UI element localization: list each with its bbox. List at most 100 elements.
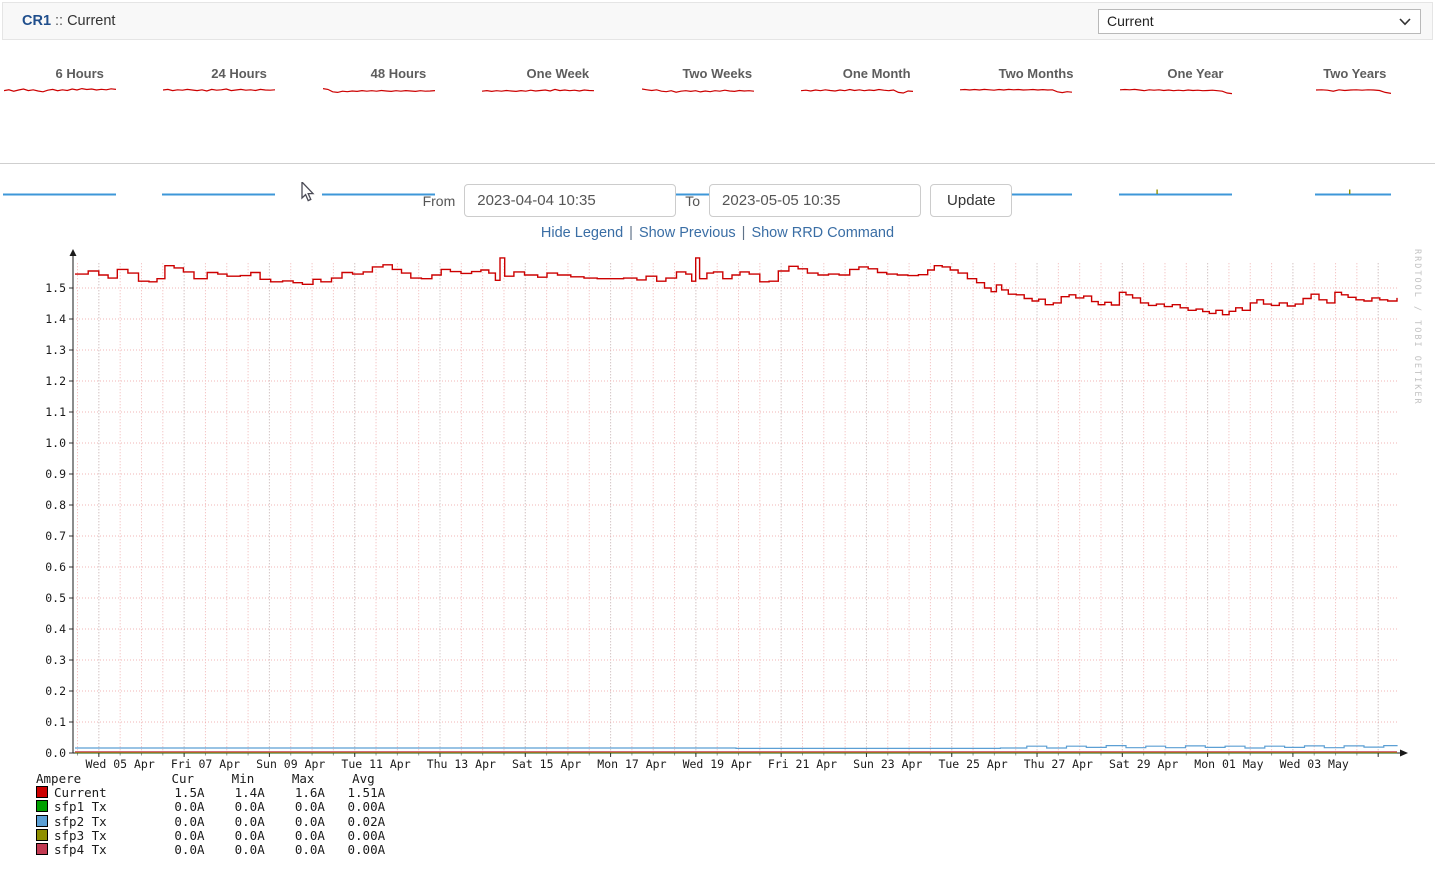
y-tick-label: 0.2 (45, 684, 66, 698)
legend-row-sfp3-tx: sfp3 Tx 0.0A 0.0A 0.0A 0.00A (36, 827, 386, 843)
legend-color-swatch (36, 828, 48, 841)
main-graph: 0.0 0.1 0.2 0.3 0.4 0.5 0.6 0.7 0.8 0.9 1.0 1.1 1.2 1… (45, 249, 1408, 771)
top-bar: CR1:: Current Current (2, 2, 1433, 40)
legend-row-current: Current 1.5A 1.4A 1.6A 1.51A (36, 786, 385, 800)
link-separator: | (741, 225, 746, 241)
show-rrd-command-link[interactable]: Show RRD Command (751, 225, 894, 241)
daterange-controls: From To Update (0, 184, 1435, 217)
chevron-down-icon (1399, 18, 1411, 26)
graph-links: Hide Legend | Show Previous | Show RRD Comma… (0, 225, 1435, 241)
y-tick-label: 0.1 (45, 715, 66, 729)
legend-row-sfp1-tx: sfp1 Tx 0.0A 0.0A 0.0A 0.00A (36, 800, 385, 814)
hide-legend-link[interactable]: Hide Legend (541, 225, 623, 241)
thumb-label: Two Years (1323, 66, 1387, 81)
thumb-one-year[interactable]: One Year (1116, 58, 1275, 196)
thumb-one-month[interactable]: One Month (797, 58, 956, 196)
y-tick-label: 0.6 (45, 560, 66, 574)
x-tick-label: Mon 17 Apr (597, 757, 666, 771)
thumb-sparkline-red (482, 88, 595, 93)
x-tick-label: Thu 27 Apr (1024, 757, 1093, 771)
legend-color-swatch (36, 814, 48, 827)
y-tick-label: 1.5 (45, 281, 66, 295)
thumb-two-months[interactable]: Two Months (956, 58, 1115, 196)
from-label: From (422, 192, 456, 209)
thumb-label: Two Weeks (682, 66, 753, 81)
y-tick-label: 0.9 (45, 467, 66, 481)
title-separator: :: (55, 13, 64, 29)
graph-type-select[interactable]: Current (1098, 9, 1421, 34)
x-tick-label: Tue 11 Apr (341, 757, 410, 771)
page-title: CR1:: Current (22, 3, 115, 39)
x-tick-label: Sun 09 Apr (256, 757, 325, 771)
x-tick-label: Fri 21 Apr (768, 757, 837, 771)
thumb-label: One Month (842, 66, 911, 81)
legend-header: Ampere Cur Min Max Avg (36, 771, 375, 786)
thumb-sparkline-red (641, 88, 754, 93)
y-tick-label: 0.4 (45, 622, 66, 636)
legend-row-sfp2-tx: sfp2 Tx 0.0A 0.0A 0.0A 0.02A (36, 813, 386, 829)
x-tick-label: Sat 15 Apr (512, 757, 581, 771)
legend-row-text: sfp1 Tx 0.0A 0.0A 0.0A 0.00A (54, 799, 386, 815)
legend-row-text: Current 1.5A 1.4A 1.6A 1.51A (54, 785, 386, 801)
x-tick-label: Wed 03 May (1280, 757, 1349, 771)
thumb-24-hours[interactable]: 24 Hours (159, 58, 318, 196)
thumb-label: One Week (526, 66, 590, 81)
thumb-sparkline-red (1316, 89, 1392, 94)
thumb-two-weeks[interactable]: Two Weeks (638, 58, 797, 196)
graph-name: Current (67, 13, 116, 29)
thumb-sparkline-red (800, 88, 913, 94)
y-tick-label: 1.1 (45, 405, 66, 419)
x-tick-label: Wed 19 Apr (683, 757, 752, 771)
show-previous-link[interactable]: Show Previous (639, 225, 736, 241)
thumb-sparkline-red (1119, 88, 1232, 95)
legend-row-text: sfp2 Tx 0.0A 0.0A 0.0A 0.02A (54, 813, 386, 829)
to-label: To (685, 192, 701, 209)
thumb-one-week[interactable]: One Week (478, 58, 637, 196)
x-tick-label: Mon 01 May (1194, 757, 1263, 771)
thumb-sparkline-red (960, 88, 1073, 94)
graph-legend: Ampere Cur Min Max Avg Current 1.5A 1.4A … (36, 771, 386, 857)
y-tick-label: 0.0 (45, 746, 66, 760)
rrdtool-watermark: RRDTOOL / TOBI OETIKER (1412, 249, 1422, 406)
x-tick-label: Wed 05 Apr (86, 757, 155, 771)
y-tick-label: 0.7 (45, 529, 66, 543)
thumb-label: Two Months (998, 66, 1074, 81)
y-tick-label: 1.4 (45, 312, 66, 326)
section-divider (0, 163, 1435, 164)
device-name: CR1 (22, 13, 52, 29)
thumb-two-years[interactable]: Two Years (1275, 58, 1434, 196)
thumb-sparkline-red (322, 88, 435, 94)
thumb-48-hours[interactable]: 48 Hours (319, 58, 478, 196)
y-tick-label: 0.8 (45, 498, 66, 512)
series-sfp2-tx (75, 745, 1398, 749)
x-tick-label: Sun 23 Apr (853, 757, 922, 771)
legend-color-swatch (36, 842, 48, 855)
series-current (75, 257, 1398, 316)
link-separator: | (629, 225, 633, 241)
y-tick-label: 0.3 (45, 653, 66, 667)
thumb-sparkline-red (163, 88, 276, 92)
y-tick-label: 1.0 (45, 436, 66, 450)
graph-type-select-value: Current (1107, 13, 1154, 29)
x-tick-label: Fri 07 Apr (171, 757, 240, 771)
x-tick-label: Tue 25 Apr (938, 757, 1007, 771)
from-input[interactable] (464, 184, 677, 217)
thumb-label: 48 Hours (370, 66, 427, 81)
x-tick-label: Sat 29 Apr (1109, 757, 1178, 771)
legend-color-swatch (36, 800, 48, 813)
legend-row-sfp4-tx: sfp4 Tx 0.0A 0.0A 0.0A 0.00A (36, 841, 386, 857)
thumb-label: 24 Hours (211, 66, 267, 81)
thumb-sparkline-red (4, 87, 116, 93)
legend-row-text: sfp4 Tx 0.0A 0.0A 0.0A 0.00A (54, 841, 386, 857)
legend-color-swatch (36, 786, 48, 799)
timerange-thumbnails: 6 Hours 24 Hours 48 Hours One Week Two Weeks… (0, 58, 1435, 196)
to-input[interactable] (709, 184, 922, 217)
x-tick-label: Thu 13 Apr (427, 757, 496, 771)
y-tick-label: 1.3 (45, 343, 66, 357)
update-button[interactable]: Update (930, 184, 1013, 217)
legend-row-text: sfp3 Tx 0.0A 0.0A 0.0A 0.00A (54, 827, 386, 843)
y-tick-label: 1.2 (45, 374, 66, 388)
y-tick-label: 0.5 (45, 591, 66, 605)
thumb-6-hours[interactable]: 6 Hours (0, 58, 159, 196)
thumb-label: One Year (1167, 66, 1224, 81)
